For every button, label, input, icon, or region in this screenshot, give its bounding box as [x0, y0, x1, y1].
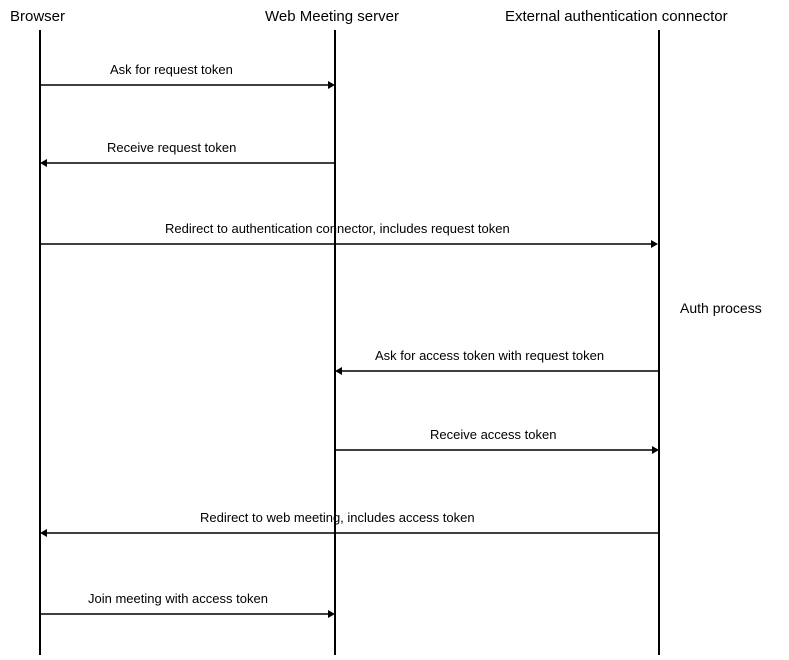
message-label-ask-request-token: Ask for request token	[110, 62, 233, 77]
message-label-ask-access-token: Ask for access token with request token	[375, 348, 604, 363]
message-label-join-meeting: Join meeting with access token	[88, 591, 268, 606]
arrow-ask-request-token	[40, 80, 335, 90]
arrow-join-meeting	[40, 609, 335, 619]
sequence-diagram: Browser Web Meeting server External auth…	[0, 0, 789, 660]
message-label-redirect-to-connector: Redirect to authentication connector, in…	[165, 221, 510, 236]
lifeline-browser	[39, 30, 41, 655]
participant-server: Web Meeting server	[265, 8, 399, 25]
message-label-receive-request-token: Receive request token	[107, 140, 236, 155]
participant-connector: External authentication connector	[505, 8, 728, 25]
arrow-receive-request-token	[40, 158, 335, 168]
message-label-redirect-to-meeting: Redirect to web meeting, includes access…	[200, 510, 475, 525]
arrow-redirect-to-meeting	[40, 528, 658, 538]
arrow-ask-access-token	[335, 366, 659, 376]
lifeline-server	[334, 30, 336, 655]
arrow-redirect-to-connector	[40, 239, 658, 249]
lifeline-connector	[658, 30, 660, 655]
participant-browser: Browser	[10, 8, 65, 25]
arrow-receive-access-token	[335, 445, 659, 455]
auth-process-label: Auth process	[680, 300, 762, 316]
message-label-receive-access-token: Receive access token	[430, 427, 556, 442]
